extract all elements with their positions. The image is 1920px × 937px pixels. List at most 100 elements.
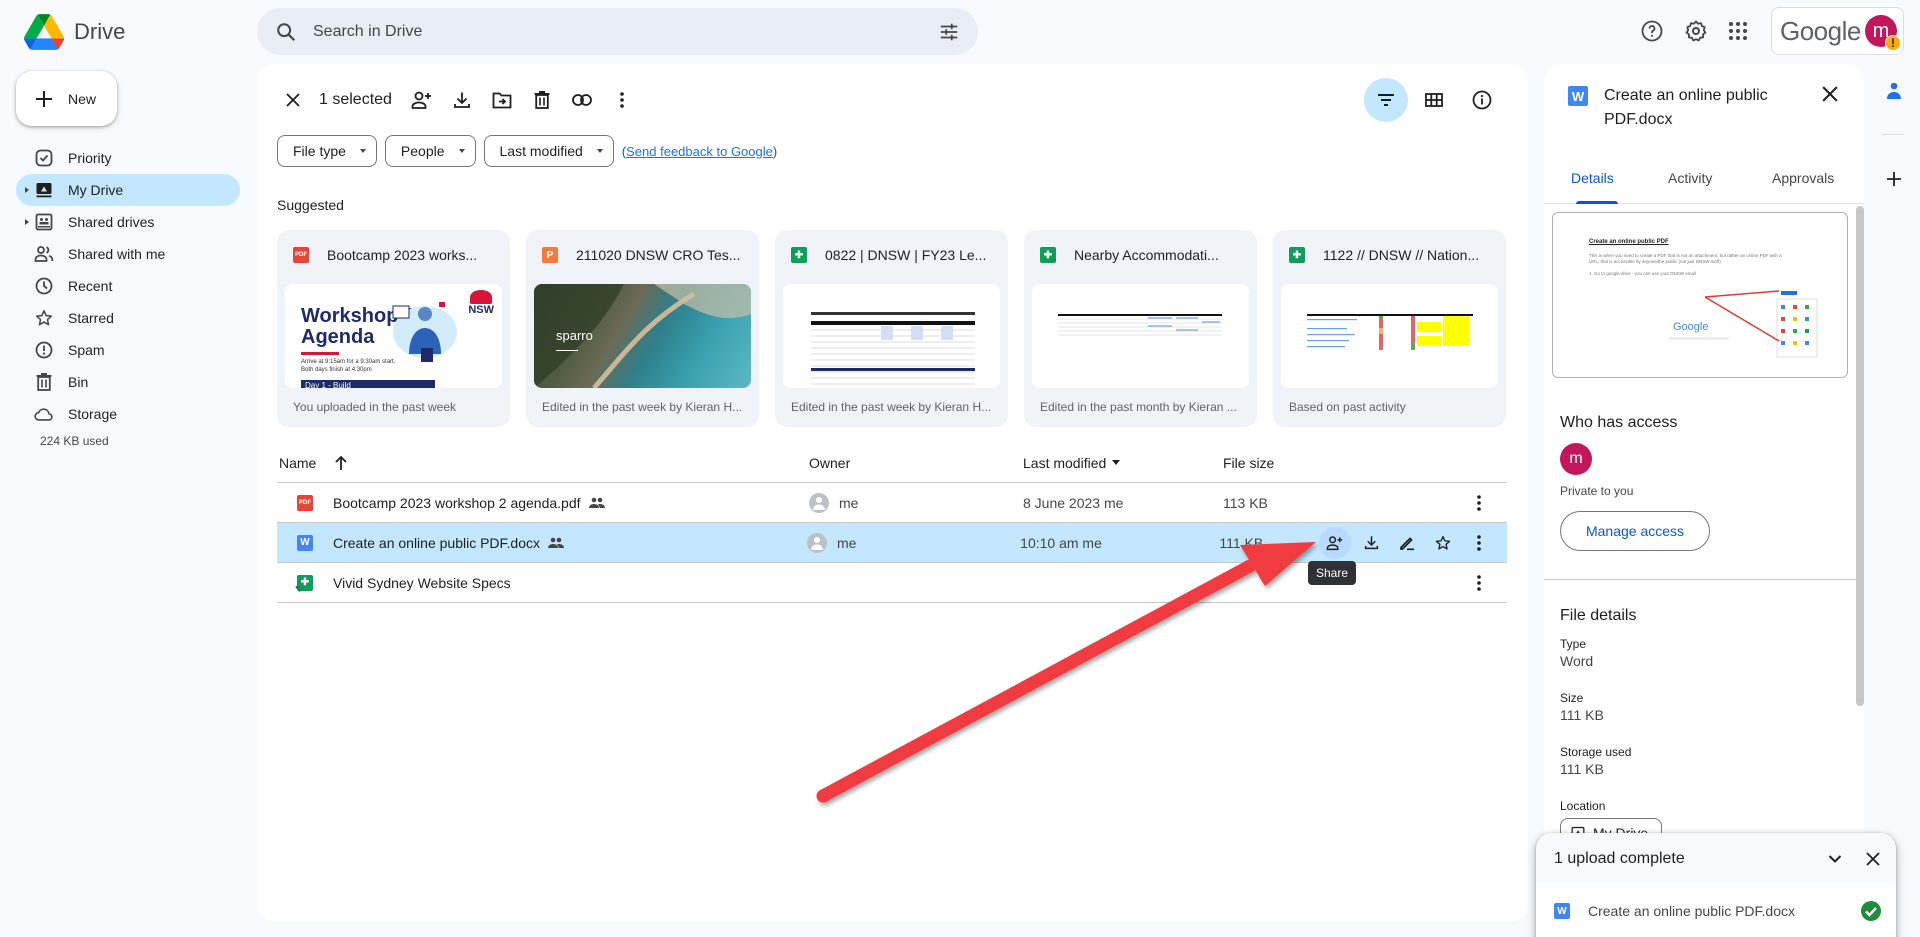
file-details-heading: File details — [1560, 607, 1637, 624]
more-actions-button[interactable] — [1463, 487, 1495, 519]
trash-icon — [534, 91, 550, 109]
edit-pencil-icon — [1400, 536, 1414, 550]
thumb-text: Arrive at 9:15am for a 9:30am start. Both… — [301, 359, 396, 373]
column-last-modified[interactable]: Last modified — [1023, 455, 1223, 471]
word-file-icon: W — [297, 534, 313, 551]
main-content: 1 selected File type People Last modifie… — [257, 64, 1528, 921]
send-feedback-link[interactable]: Send feedback to Google — [626, 144, 773, 159]
shared-with-me-icon — [34, 244, 54, 264]
sidebar-item-priority[interactable]: Priority — [16, 142, 240, 174]
chip-label: File type — [293, 143, 346, 159]
close-icon — [1866, 852, 1880, 866]
suggested-card[interactable]: ✚ 1122 // DNSW // Nation... Based on past… — [1273, 230, 1506, 427]
account-avatar[interactable]: m ! — [1865, 15, 1901, 51]
suggested-card[interactable]: PDF Bootcamp 2023 works... Workshop 2 Agen… — [277, 230, 510, 427]
sidebar-item-shared-drives[interactable]: Shared drives — [16, 206, 240, 238]
list-layout-button[interactable] — [1364, 78, 1408, 122]
shared-icon — [588, 497, 605, 508]
sidebar-item-recent[interactable]: Recent — [16, 270, 240, 302]
access-avatar[interactable]: m — [1560, 443, 1592, 475]
tab-activity[interactable]: Activity — [1668, 170, 1712, 186]
expand-caret-icon[interactable] — [25, 187, 29, 193]
share-button[interactable] — [402, 82, 442, 118]
delete-button[interactable] — [522, 82, 562, 118]
column-file-size[interactable]: File size — [1223, 455, 1323, 471]
new-label: New — [68, 90, 97, 107]
row-star-button[interactable] — [1427, 527, 1459, 559]
close-details-button[interactable] — [1822, 86, 1838, 102]
search-bar[interactable] — [257, 8, 978, 55]
file-name: Bootcamp 2023 workshop 2 agenda.pdf — [333, 494, 581, 511]
card-footer: Edited in the past month by Kieran ... — [1040, 400, 1237, 414]
row-share-button[interactable] — [1319, 526, 1351, 559]
copy-link-button[interactable] — [562, 82, 602, 118]
sidebar-item-label: Starred — [68, 310, 114, 326]
search-icon[interactable] — [275, 21, 297, 43]
sidebar-item-spam[interactable]: Spam — [16, 334, 240, 366]
expand-caret-icon[interactable] — [25, 219, 29, 225]
new-button[interactable]: New — [16, 71, 117, 126]
sidebar-item-storage[interactable]: Storage — [16, 398, 240, 430]
filter-people[interactable]: People — [384, 135, 476, 167]
move-to-folder-icon — [492, 92, 512, 109]
sidebar-item-shared-with-me[interactable]: Shared with me — [16, 238, 240, 270]
help-button[interactable] — [1637, 16, 1667, 46]
account-switcher[interactable]: Google m ! — [1771, 7, 1904, 55]
card-title: 0822 | DNSW | FY23 Le... — [825, 247, 987, 263]
row-download-button[interactable] — [1355, 527, 1387, 559]
move-button[interactable] — [482, 82, 522, 118]
sort-ascending-icon[interactable] — [334, 455, 348, 471]
contacts-addon-button[interactable] — [1882, 79, 1906, 103]
search-input[interactable] — [313, 22, 938, 41]
suggested-card[interactable]: P 211020 DNSW CRO Tes... sparro Edited in… — [526, 230, 759, 427]
more-actions-button[interactable] — [1463, 567, 1495, 599]
settings-button[interactable] — [1681, 16, 1711, 46]
row-rename-button[interactable] — [1391, 527, 1423, 559]
get-addons-button[interactable] — [1882, 167, 1906, 191]
grid-layout-button[interactable] — [1412, 78, 1456, 122]
more-actions-button[interactable] — [602, 82, 642, 118]
more-actions-button[interactable] — [1463, 527, 1495, 559]
file-preview[interactable]: Create an online public PDF This is when… — [1552, 212, 1848, 378]
close-upload-button[interactable] — [1866, 852, 1880, 866]
upload-item[interactable]: W Create an online public PDF.docx — [1536, 885, 1896, 937]
sidebar-item-label: Shared drives — [68, 214, 155, 230]
file-row[interactable]: PDF Bootcamp 2023 workshop 2 agenda.pdf m… — [277, 483, 1507, 523]
filter-chips: File type People Last modified (Send fee… — [277, 135, 777, 167]
sort-dropdown-icon — [1112, 460, 1121, 465]
column-name[interactable]: Name — [277, 455, 809, 471]
filter-file-type[interactable]: File type — [277, 135, 377, 167]
suggested-card[interactable]: ✚ 0822 | DNSW | FY23 Le... Edited in the … — [775, 230, 1008, 427]
sidebar-item-my-drive[interactable]: My Drive — [16, 174, 240, 206]
owner-avatar-icon — [809, 492, 829, 513]
slides-file-icon: P — [542, 247, 558, 263]
clear-selection-button[interactable] — [273, 82, 313, 118]
selection-toolbar: 1 selected — [273, 83, 642, 117]
details-scrollbar[interactable] — [1856, 206, 1864, 706]
collapse-upload-button[interactable] — [1828, 854, 1842, 864]
rail-divider — [1882, 134, 1904, 135]
sidebar-item-starred[interactable]: Starred — [16, 302, 240, 334]
file-size: 111 KB — [1219, 534, 1264, 551]
card-title: Nearby Accommodati... — [1074, 247, 1219, 263]
sidebar-item-bin[interactable]: Bin — [16, 366, 240, 398]
drive-logo[interactable]: Drive — [24, 14, 125, 50]
card-footer: Edited in the past week by Kieran H... — [542, 400, 743, 414]
apps-button[interactable] — [1723, 16, 1753, 46]
download-button[interactable] — [442, 82, 482, 118]
card-title: Bootcamp 2023 works... — [327, 247, 478, 263]
tab-approvals[interactable]: Approvals — [1772, 170, 1834, 186]
plus-icon — [36, 90, 52, 107]
tab-details[interactable]: Details — [1571, 170, 1614, 186]
card-footer: Based on past activity — [1289, 400, 1406, 414]
size-value: 111 KB — [1560, 707, 1604, 723]
search-options-icon[interactable] — [938, 21, 960, 43]
thumb-spreadsheet — [811, 312, 975, 385]
filter-last-modified[interactable]: Last modified — [483, 135, 614, 167]
details-tabs: Details Activity Approvals — [1544, 164, 1864, 204]
column-owner[interactable]: Owner — [809, 455, 1023, 471]
file-row[interactable]: W Create an online public PDF.docx me 10:… — [277, 523, 1507, 563]
suggested-card[interactable]: ✚ Nearby Accommodati... Edited in the pas… — [1024, 230, 1257, 427]
view-details-button[interactable] — [1460, 78, 1504, 122]
manage-access-button[interactable]: Manage access — [1560, 511, 1710, 551]
